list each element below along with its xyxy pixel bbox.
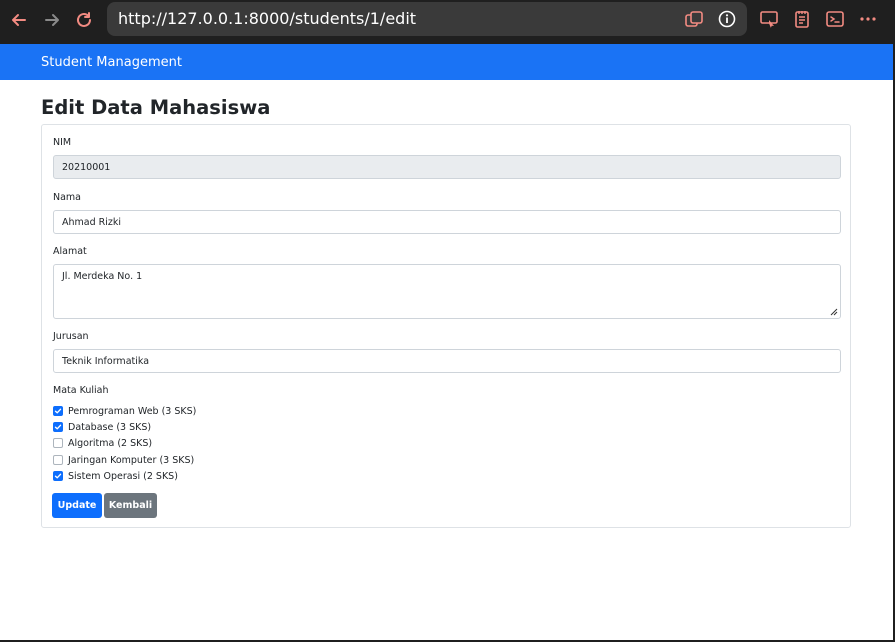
- screen-cast-icon[interactable]: [759, 9, 779, 29]
- course-label-1[interactable]: Database (3 SKS): [68, 422, 151, 433]
- nama-label: Nama: [53, 192, 82, 203]
- reload-icon[interactable]: [72, 8, 96, 32]
- page-viewport: Student Management Edit Data Mahasiswa N…: [0, 44, 893, 640]
- navbar-brand[interactable]: Student Management: [41, 55, 182, 70]
- resize-grip-icon[interactable]: [830, 308, 838, 316]
- more-icon[interactable]: [858, 9, 878, 29]
- tab-switch-icon[interactable]: [684, 9, 704, 29]
- nim-label: NIM: [53, 137, 72, 148]
- nama-field[interactable]: Ahmad Rizki: [53, 210, 841, 234]
- course-label-0[interactable]: Pemrograman Web (3 SKS): [68, 406, 196, 417]
- course-label-3[interactable]: Jaringan Komputer (3 SKS): [68, 455, 194, 466]
- address-bar[interactable]: http://127.0.0.1:8000/students/1/edit: [107, 2, 747, 36]
- back-button[interactable]: Kembali: [104, 493, 157, 518]
- checkmark-icon: [54, 408, 62, 414]
- course-option-1[interactable]: Database (3 SKS): [53, 420, 151, 434]
- course-option-2[interactable]: Algoritma (2 SKS): [53, 436, 152, 450]
- course-label-2[interactable]: Algoritma (2 SKS): [68, 438, 152, 449]
- alamat-value: Jl. Merdeka No. 1: [62, 271, 143, 282]
- update-button[interactable]: Update: [52, 493, 102, 518]
- navbar: Student Management: [0, 44, 893, 80]
- course-option-3[interactable]: Jaringan Komputer (3 SKS): [53, 453, 194, 467]
- notes-icon[interactable]: [792, 9, 812, 29]
- alamat-label: Alamat: [53, 246, 87, 257]
- alamat-textarea[interactable]: Jl. Merdeka No. 1: [53, 264, 841, 319]
- page-title: Edit Data Mahasiswa: [41, 96, 271, 119]
- checkmark-icon: [54, 473, 62, 479]
- back-arrow-icon[interactable]: [7, 8, 31, 32]
- course-label-4[interactable]: Sistem Operasi (2 SKS): [68, 471, 178, 482]
- course-checkbox-3[interactable]: [53, 455, 63, 465]
- checkmark-icon: [54, 424, 62, 430]
- mata-kuliah-label: Mata Kuliah: [53, 385, 109, 396]
- course-option-4[interactable]: Sistem Operasi (2 SKS): [53, 469, 178, 483]
- terminal-icon[interactable]: [825, 9, 845, 29]
- browser-toolbar: http://127.0.0.1:8000/students/1/edit: [0, 0, 895, 44]
- course-checkbox-2[interactable]: [53, 438, 63, 448]
- edit-form-card: NIM 20210001 Nama Ahmad Rizki Alamat Jl.…: [41, 124, 851, 528]
- nim-field[interactable]: 20210001: [53, 155, 841, 179]
- jurusan-label: Jurusan: [53, 331, 89, 342]
- course-checkbox-1[interactable]: [53, 422, 63, 432]
- course-option-0[interactable]: Pemrograman Web (3 SKS): [53, 404, 196, 418]
- course-checkbox-0[interactable]: [53, 406, 63, 416]
- jurusan-field[interactable]: Teknik Informatika: [53, 349, 841, 373]
- forward-arrow-icon[interactable]: [40, 8, 64, 32]
- info-icon[interactable]: [717, 9, 737, 29]
- url-text[interactable]: http://127.0.0.1:8000/students/1/edit: [118, 9, 416, 28]
- course-checkbox-4[interactable]: [53, 471, 63, 481]
